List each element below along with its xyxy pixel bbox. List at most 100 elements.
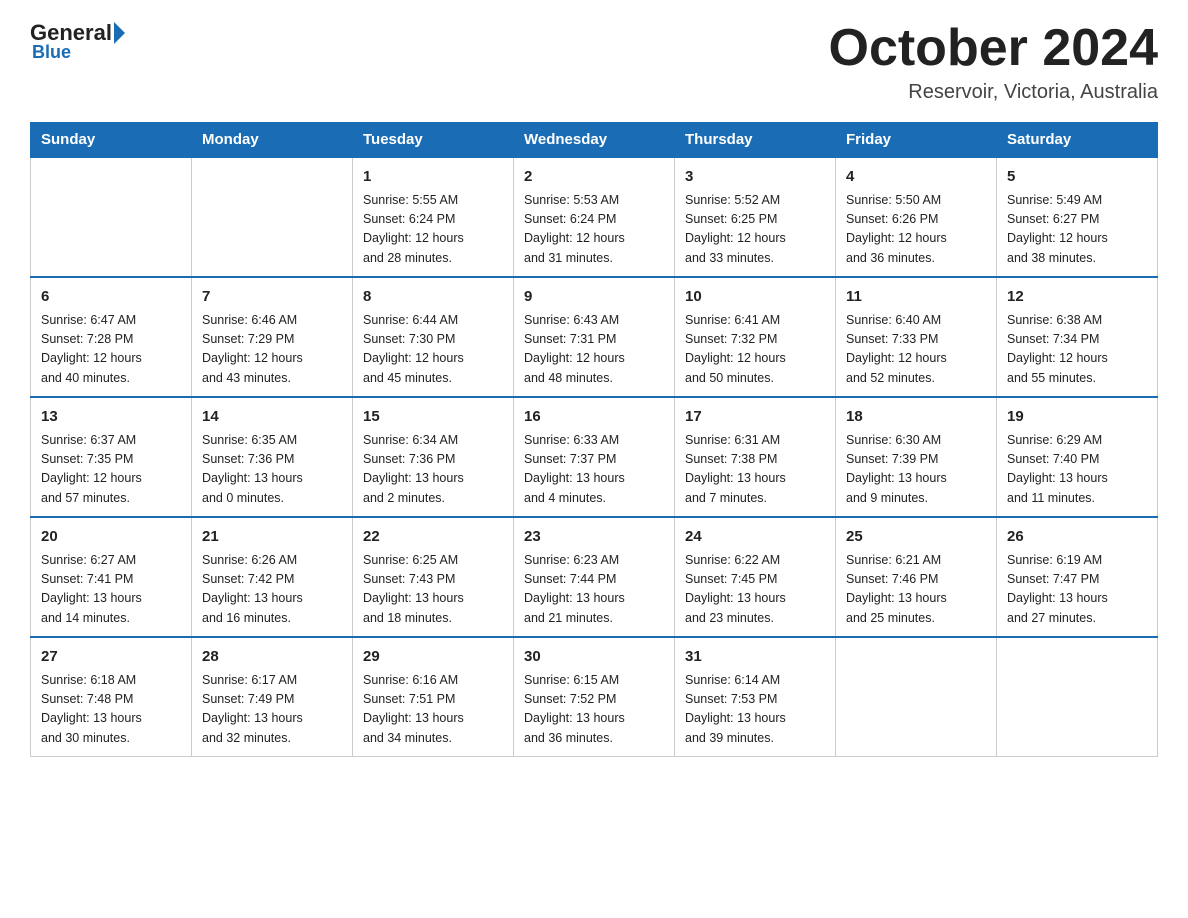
day-info: Sunrise: 5:49 AMSunset: 6:27 PMDaylight:… <box>1007 191 1147 269</box>
calendar-week-5: 27Sunrise: 6:18 AMSunset: 7:48 PMDayligh… <box>31 637 1158 757</box>
day-info: Sunrise: 6:15 AMSunset: 7:52 PMDaylight:… <box>524 671 664 749</box>
calendar-cell: 26Sunrise: 6:19 AMSunset: 7:47 PMDayligh… <box>997 517 1158 637</box>
day-info: Sunrise: 6:26 AMSunset: 7:42 PMDaylight:… <box>202 551 342 629</box>
day-number: 30 <box>524 646 664 669</box>
day-info: Sunrise: 6:41 AMSunset: 7:32 PMDaylight:… <box>685 311 825 389</box>
day-number: 16 <box>524 406 664 429</box>
calendar-week-4: 20Sunrise: 6:27 AMSunset: 7:41 PMDayligh… <box>31 517 1158 637</box>
calendar-cell: 4Sunrise: 5:50 AMSunset: 6:26 PMDaylight… <box>836 157 997 277</box>
day-number: 21 <box>202 526 342 549</box>
col-header-wednesday: Wednesday <box>514 123 675 158</box>
col-header-monday: Monday <box>192 123 353 158</box>
logo: General Blue <box>30 20 125 63</box>
day-info: Sunrise: 6:16 AMSunset: 7:51 PMDaylight:… <box>363 671 503 749</box>
calendar-cell: 11Sunrise: 6:40 AMSunset: 7:33 PMDayligh… <box>836 277 997 397</box>
calendar-cell: 2Sunrise: 5:53 AMSunset: 6:24 PMDaylight… <box>514 157 675 277</box>
day-number: 19 <box>1007 406 1147 429</box>
day-info: Sunrise: 6:27 AMSunset: 7:41 PMDaylight:… <box>41 551 181 629</box>
day-info: Sunrise: 5:55 AMSunset: 6:24 PMDaylight:… <box>363 191 503 269</box>
calendar-cell: 30Sunrise: 6:15 AMSunset: 7:52 PMDayligh… <box>514 637 675 757</box>
calendar-cell: 27Sunrise: 6:18 AMSunset: 7:48 PMDayligh… <box>31 637 192 757</box>
day-info: Sunrise: 6:21 AMSunset: 7:46 PMDaylight:… <box>846 551 986 629</box>
day-number: 10 <box>685 286 825 309</box>
calendar-cell: 25Sunrise: 6:21 AMSunset: 7:46 PMDayligh… <box>836 517 997 637</box>
day-number: 14 <box>202 406 342 429</box>
calendar-cell: 29Sunrise: 6:16 AMSunset: 7:51 PMDayligh… <box>353 637 514 757</box>
day-number: 5 <box>1007 166 1147 189</box>
day-number: 23 <box>524 526 664 549</box>
day-number: 28 <box>202 646 342 669</box>
day-number: 12 <box>1007 286 1147 309</box>
calendar-table: SundayMondayTuesdayWednesdayThursdayFrid… <box>30 122 1158 757</box>
page-header: General Blue October 2024 Reservoir, Vic… <box>30 20 1158 104</box>
day-number: 3 <box>685 166 825 189</box>
day-number: 13 <box>41 406 181 429</box>
day-info: Sunrise: 6:17 AMSunset: 7:49 PMDaylight:… <box>202 671 342 749</box>
day-number: 2 <box>524 166 664 189</box>
day-number: 18 <box>846 406 986 429</box>
day-number: 1 <box>363 166 503 189</box>
day-info: Sunrise: 6:47 AMSunset: 7:28 PMDaylight:… <box>41 311 181 389</box>
day-info: Sunrise: 6:31 AMSunset: 7:38 PMDaylight:… <box>685 431 825 509</box>
calendar-cell <box>31 157 192 277</box>
day-number: 25 <box>846 526 986 549</box>
day-info: Sunrise: 6:34 AMSunset: 7:36 PMDaylight:… <box>363 431 503 509</box>
calendar-cell: 3Sunrise: 5:52 AMSunset: 6:25 PMDaylight… <box>675 157 836 277</box>
day-number: 8 <box>363 286 503 309</box>
calendar-cell <box>997 637 1158 757</box>
day-number: 6 <box>41 286 181 309</box>
calendar-cell: 21Sunrise: 6:26 AMSunset: 7:42 PMDayligh… <box>192 517 353 637</box>
calendar-cell: 31Sunrise: 6:14 AMSunset: 7:53 PMDayligh… <box>675 637 836 757</box>
day-info: Sunrise: 6:44 AMSunset: 7:30 PMDaylight:… <box>363 311 503 389</box>
calendar-cell: 15Sunrise: 6:34 AMSunset: 7:36 PMDayligh… <box>353 397 514 517</box>
calendar-cell: 19Sunrise: 6:29 AMSunset: 7:40 PMDayligh… <box>997 397 1158 517</box>
day-info: Sunrise: 5:52 AMSunset: 6:25 PMDaylight:… <box>685 191 825 269</box>
col-header-saturday: Saturday <box>997 123 1158 158</box>
calendar-week-2: 6Sunrise: 6:47 AMSunset: 7:28 PMDaylight… <box>31 277 1158 397</box>
day-info: Sunrise: 6:18 AMSunset: 7:48 PMDaylight:… <box>41 671 181 749</box>
day-info: Sunrise: 6:22 AMSunset: 7:45 PMDaylight:… <box>685 551 825 629</box>
day-number: 31 <box>685 646 825 669</box>
calendar-cell: 7Sunrise: 6:46 AMSunset: 7:29 PMDaylight… <box>192 277 353 397</box>
location: Reservoir, Victoria, Australia <box>829 81 1159 104</box>
title-block: October 2024 Reservoir, Victoria, Austra… <box>829 20 1159 104</box>
month-title: October 2024 <box>829 20 1159 77</box>
col-header-friday: Friday <box>836 123 997 158</box>
day-info: Sunrise: 5:53 AMSunset: 6:24 PMDaylight:… <box>524 191 664 269</box>
calendar-cell <box>836 637 997 757</box>
day-info: Sunrise: 6:33 AMSunset: 7:37 PMDaylight:… <box>524 431 664 509</box>
logo-triangle-icon <box>114 22 125 44</box>
calendar-cell: 20Sunrise: 6:27 AMSunset: 7:41 PMDayligh… <box>31 517 192 637</box>
calendar-cell: 5Sunrise: 5:49 AMSunset: 6:27 PMDaylight… <box>997 157 1158 277</box>
day-info: Sunrise: 6:14 AMSunset: 7:53 PMDaylight:… <box>685 671 825 749</box>
calendar-cell: 1Sunrise: 5:55 AMSunset: 6:24 PMDaylight… <box>353 157 514 277</box>
day-number: 22 <box>363 526 503 549</box>
day-number: 15 <box>363 406 503 429</box>
day-number: 26 <box>1007 526 1147 549</box>
calendar-cell: 8Sunrise: 6:44 AMSunset: 7:30 PMDaylight… <box>353 277 514 397</box>
calendar-week-1: 1Sunrise: 5:55 AMSunset: 6:24 PMDaylight… <box>31 157 1158 277</box>
calendar-cell: 17Sunrise: 6:31 AMSunset: 7:38 PMDayligh… <box>675 397 836 517</box>
day-number: 9 <box>524 286 664 309</box>
calendar-cell: 10Sunrise: 6:41 AMSunset: 7:32 PMDayligh… <box>675 277 836 397</box>
day-number: 17 <box>685 406 825 429</box>
calendar-cell: 14Sunrise: 6:35 AMSunset: 7:36 PMDayligh… <box>192 397 353 517</box>
day-info: Sunrise: 5:50 AMSunset: 6:26 PMDaylight:… <box>846 191 986 269</box>
logo-blue: Blue <box>30 42 71 63</box>
day-info: Sunrise: 6:23 AMSunset: 7:44 PMDaylight:… <box>524 551 664 629</box>
calendar-cell: 23Sunrise: 6:23 AMSunset: 7:44 PMDayligh… <box>514 517 675 637</box>
day-number: 20 <box>41 526 181 549</box>
day-number: 29 <box>363 646 503 669</box>
calendar-cell: 16Sunrise: 6:33 AMSunset: 7:37 PMDayligh… <box>514 397 675 517</box>
day-info: Sunrise: 6:38 AMSunset: 7:34 PMDaylight:… <box>1007 311 1147 389</box>
calendar-cell: 13Sunrise: 6:37 AMSunset: 7:35 PMDayligh… <box>31 397 192 517</box>
day-info: Sunrise: 6:37 AMSunset: 7:35 PMDaylight:… <box>41 431 181 509</box>
day-number: 27 <box>41 646 181 669</box>
day-info: Sunrise: 6:46 AMSunset: 7:29 PMDaylight:… <box>202 311 342 389</box>
calendar-cell <box>192 157 353 277</box>
col-header-tuesday: Tuesday <box>353 123 514 158</box>
calendar-week-3: 13Sunrise: 6:37 AMSunset: 7:35 PMDayligh… <box>31 397 1158 517</box>
calendar-cell: 28Sunrise: 6:17 AMSunset: 7:49 PMDayligh… <box>192 637 353 757</box>
day-info: Sunrise: 6:30 AMSunset: 7:39 PMDaylight:… <box>846 431 986 509</box>
calendar-cell: 6Sunrise: 6:47 AMSunset: 7:28 PMDaylight… <box>31 277 192 397</box>
